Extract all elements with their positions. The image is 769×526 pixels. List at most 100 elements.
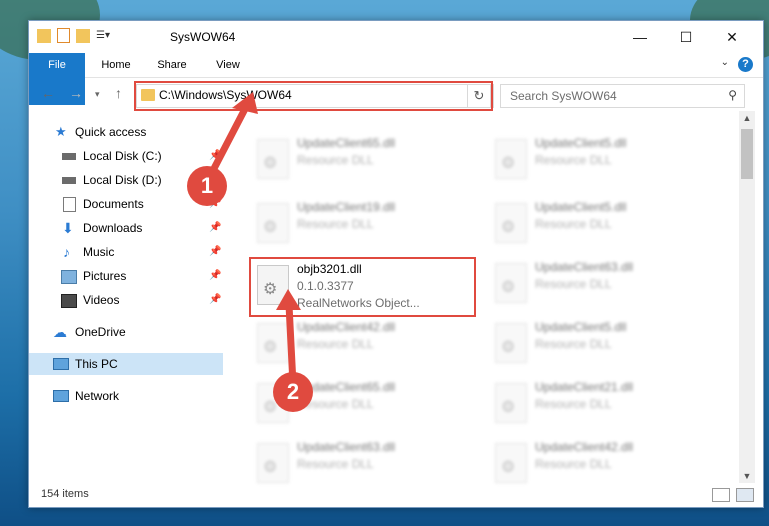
sidebar-item-local-disk-c[interactable]: Local Disk (C:) 📌	[29, 145, 223, 167]
file-item[interactable]: ⚙ UpdateClient42.dll Resource DLL	[251, 317, 481, 369]
search-placeholder: Search SysWOW64	[510, 89, 617, 103]
file-item[interactable]: ⚙ UpdateClient63.dll Resource DLL	[251, 437, 481, 489]
tab-view[interactable]: View	[203, 53, 253, 77]
file-item[interactable]: ⚙ UpdateClient5.dll Resource DLL	[489, 317, 719, 369]
recent-locations-icon[interactable]: ▾	[95, 89, 100, 100]
file-name: UpdateClient21.dll	[535, 380, 634, 394]
sidebar-item-this-pc[interactable]: This PC	[29, 353, 223, 375]
file-name: UpdateClient5.dll	[535, 320, 627, 334]
file-type: Resource DLL	[297, 217, 374, 231]
expand-ribbon-icon[interactable]: ⌄	[721, 57, 729, 68]
file-item[interactable]: ⚙ UpdateClient21.dll Resource DLL	[489, 377, 719, 429]
file-item[interactable]: ⚙ UpdateClient5.dll Resource DLL	[489, 133, 719, 185]
search-input[interactable]: Search SysWOW64 ⚲	[500, 84, 745, 108]
gear-icon: ⚙	[263, 219, 278, 236]
sidebar-item-quick-access[interactable]: ★ Quick access	[29, 121, 223, 143]
maximize-button[interactable]: ☐	[663, 21, 709, 53]
file-item[interactable]: ⚙ UpdateClient19.dll Resource DLL	[251, 197, 481, 249]
file-name: UpdateClient63.dll	[535, 260, 634, 274]
tab-share[interactable]: Share	[147, 53, 197, 77]
minimize-button[interactable]: —	[617, 21, 663, 53]
gear-icon: ⚙	[263, 155, 278, 172]
sidebar-item-label: Downloads	[83, 221, 143, 235]
sidebar-item-label: Local Disk (D:)	[83, 173, 162, 187]
dll-file-icon: ⚙	[495, 139, 527, 179]
download-icon: ⬇	[62, 220, 74, 236]
scroll-up-icon[interactable]: ▲	[739, 113, 755, 123]
video-icon	[61, 294, 77, 308]
gear-icon: ⚙	[501, 279, 516, 296]
close-button[interactable]: ✕	[709, 21, 755, 53]
properties-icon[interactable]	[57, 28, 70, 43]
gear-icon: ⚙	[263, 339, 278, 356]
sidebar-item-label: Network	[75, 389, 120, 403]
file-item[interactable]: ⚙ UpdateClient42.dll Resource DLL	[489, 437, 719, 489]
sidebar-item-videos[interactable]: Videos 📌	[29, 289, 223, 311]
sidebar-item-onedrive[interactable]: ☁ OneDrive	[29, 321, 223, 343]
gear-icon: ⚙	[501, 219, 516, 236]
sidebar-item-downloads[interactable]: ⬇ Downloads 📌	[29, 217, 223, 239]
address-highlight-box	[134, 81, 493, 111]
back-arrow-icon[interactable]: ←	[41, 85, 55, 101]
pin-icon: 📌	[209, 246, 222, 257]
step-badge-1: 1	[187, 166, 227, 206]
customize-toolbar-icon[interactable]: ☰▾	[96, 29, 110, 43]
dll-file-icon: ⚙	[257, 203, 289, 243]
dll-file-icon: ⚙	[257, 323, 289, 363]
file-type: Resource DLL	[535, 277, 612, 291]
dll-file-icon: ⚙	[495, 263, 527, 303]
sidebar-item-music[interactable]: ♪ Music 📌	[29, 241, 223, 263]
new-folder-icon[interactable]	[76, 28, 90, 43]
dll-file-icon: ⚙	[495, 323, 527, 363]
picture-icon	[61, 270, 77, 284]
file-item[interactable]: ⚙ UpdateClient65.dll Resource DLL	[251, 133, 481, 185]
details-view-icon[interactable]	[712, 488, 730, 502]
forward-arrow-icon[interactable]: →	[69, 85, 83, 101]
item-count: 154 items	[41, 488, 89, 500]
sidebar-item-label: Quick access	[75, 125, 147, 139]
file-item[interactable]: ⚙ UpdateClient5.dll Resource DLL	[489, 197, 719, 249]
file-item[interactable]: ⚙ UpdateClient63.dll Resource DLL	[489, 257, 719, 309]
sidebar-item-pictures[interactable]: Pictures 📌	[29, 265, 223, 287]
navigation-pane: ★ Quick access Local Disk (C:) 📌 Local D…	[29, 111, 225, 471]
large-icons-view-icon[interactable]	[736, 488, 754, 502]
sidebar-item-label: OneDrive	[75, 325, 126, 339]
dll-file-icon: ⚙	[495, 383, 527, 423]
star-icon: ★	[55, 124, 67, 139]
file-type: Resource DLL	[535, 153, 612, 167]
file-type: Resource DLL	[297, 337, 374, 351]
sidebar-item-label: Music	[83, 245, 115, 259]
title-bar: ☰▾ SysWOW64 — ☐ ✕	[29, 21, 763, 53]
file-type: Resource DLL	[297, 457, 374, 471]
sidebar-item-label: Videos	[83, 293, 120, 307]
search-icon: ⚲	[728, 88, 737, 102]
dll-file-icon: ⚙	[495, 443, 527, 483]
sidebar-item-label: Local Disk (C:)	[83, 149, 162, 163]
file-name: UpdateClient5.dll	[535, 200, 627, 214]
dll-file-icon: ⚙	[257, 139, 289, 179]
gear-icon: ⚙	[501, 155, 516, 172]
file-type: Resource DLL	[535, 217, 612, 231]
file-type: Resource DLL	[297, 153, 374, 167]
sidebar-item-network[interactable]: Network	[29, 385, 223, 407]
vertical-scrollbar[interactable]: ▲ ▼	[739, 111, 755, 483]
pin-icon: 📌	[209, 150, 222, 161]
file-list: ⚙ UpdateClient65.dll Resource DLL ⚙ Upda…	[225, 111, 737, 483]
help-icon[interactable]: ?	[738, 57, 753, 72]
gear-icon: ⚙	[501, 339, 516, 356]
document-icon	[63, 197, 76, 212]
scroll-down-icon[interactable]: ▼	[739, 471, 755, 481]
file-name: UpdateClient42.dll	[535, 440, 634, 454]
pin-icon: 📌	[209, 270, 222, 281]
window-title: SysWOW64	[170, 30, 236, 44]
up-arrow-icon[interactable]: ↑	[115, 85, 122, 101]
gear-icon: ⚙	[263, 459, 278, 476]
scrollbar-thumb[interactable]	[741, 129, 753, 179]
computer-icon	[53, 358, 69, 370]
sidebar-item-label: This PC	[75, 357, 118, 371]
ribbon: File Home Share View ⌄ ?	[29, 53, 763, 105]
file-name: UpdateClient63.dll	[297, 440, 396, 454]
step-badge-2: 2	[273, 372, 313, 412]
file-type: Resource DLL	[535, 457, 612, 471]
tab-home[interactable]: Home	[91, 53, 141, 77]
